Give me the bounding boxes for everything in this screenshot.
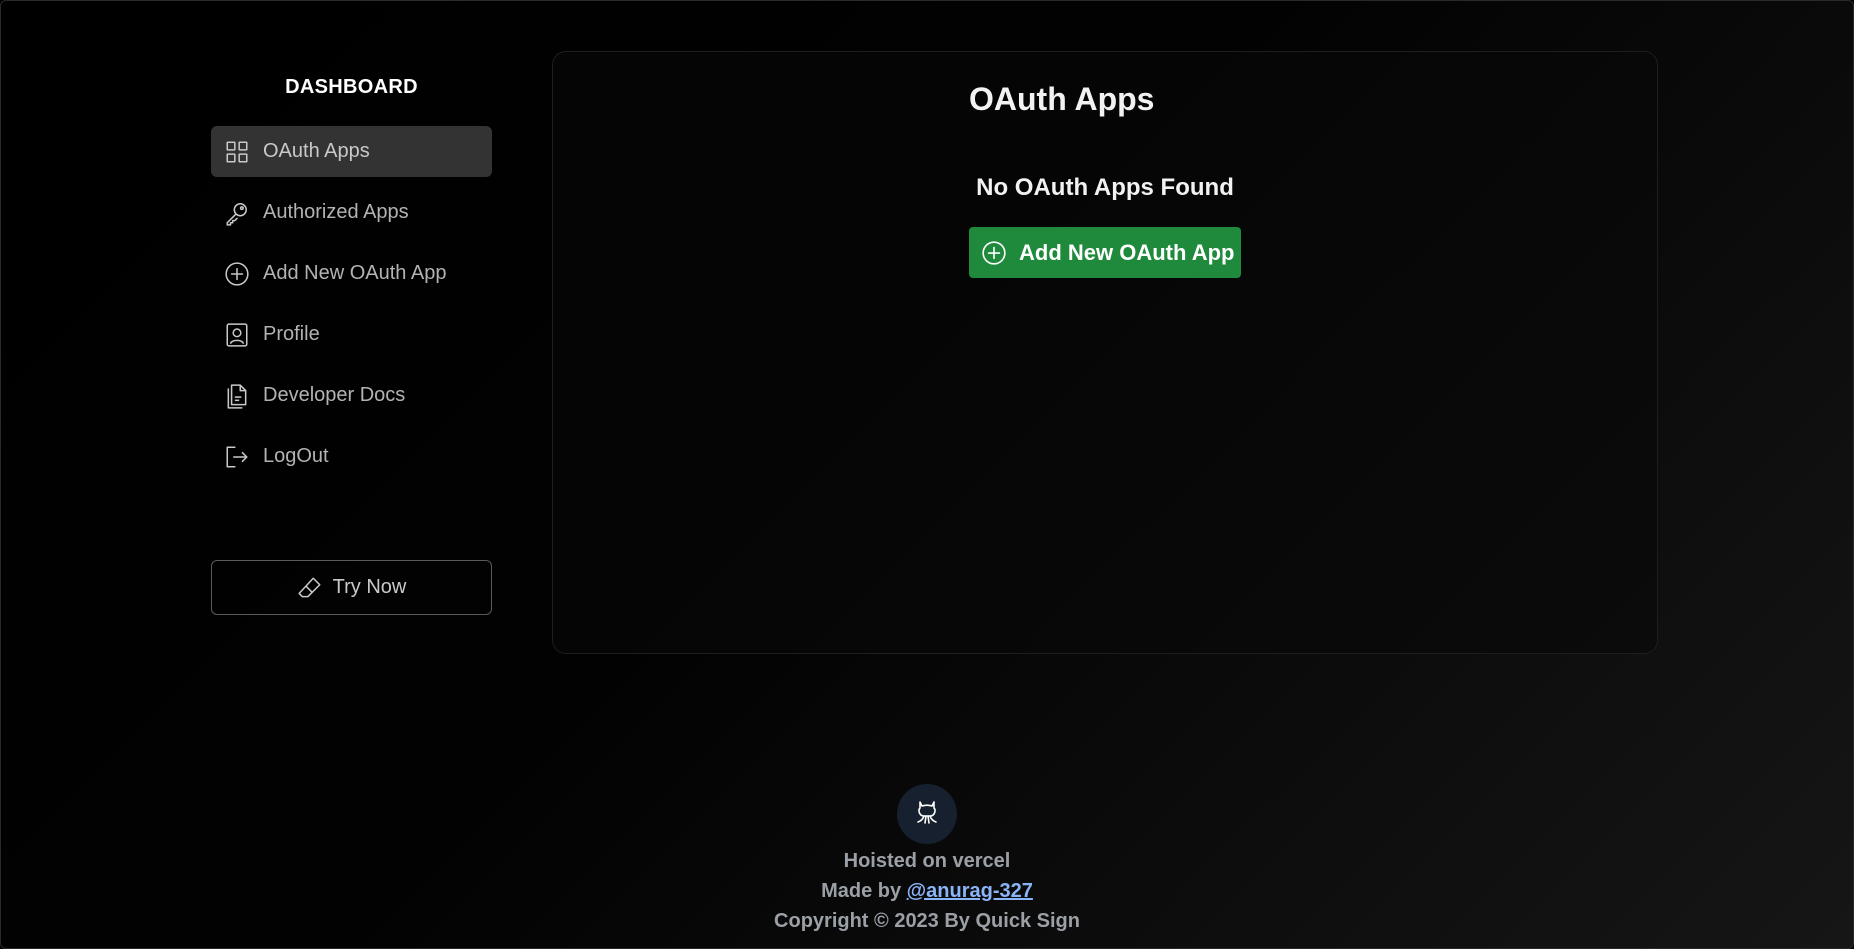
made-by-text: Made by @anurag-327	[1, 876, 1853, 906]
key-icon	[224, 200, 250, 226]
sidebar-title: DASHBOARD	[285, 76, 418, 98]
plus-circle-icon	[224, 261, 250, 287]
grid-icon	[224, 139, 250, 165]
app-window: DASHBOARD OAuth Apps Authorized Apps Add…	[0, 0, 1854, 949]
author-link[interactable]: @anurag-327	[907, 880, 1033, 902]
sidebar-item-add-new-oauth-app[interactable]: Add New OAuth App	[211, 248, 492, 299]
documents-icon	[224, 383, 250, 409]
page-title: OAuth Apps	[969, 81, 1155, 117]
sidebar-item-developer-docs[interactable]: Developer Docs	[211, 370, 492, 421]
sidebar-item-label: Authorized Apps	[263, 201, 409, 223]
footer: Hoisted on vercel Made by @anurag-327 Co…	[1, 784, 1853, 936]
sidebar: DASHBOARD OAuth Apps Authorized Apps Add…	[211, 71, 492, 615]
add-button-label: Add New OAuth App	[1019, 239, 1235, 265]
sidebar-item-profile[interactable]: Profile	[211, 309, 492, 360]
sidebar-item-label: Profile	[263, 323, 320, 345]
github-icon	[911, 796, 943, 833]
empty-state-message: No OAuth Apps Found	[976, 174, 1234, 201]
logout-icon	[224, 444, 250, 470]
copyright-text: Copyright © 2023 By Quick Sign	[774, 910, 1080, 932]
sidebar-item-oauth-apps[interactable]: OAuth Apps	[211, 126, 492, 177]
try-now-button[interactable]: Try Now	[211, 560, 492, 615]
plus-circle-icon	[981, 240, 1007, 266]
sidebar-item-label: Add New OAuth App	[263, 262, 447, 284]
sidebar-item-label: LogOut	[263, 445, 329, 467]
eraser-icon	[297, 575, 323, 601]
sidebar-item-logout[interactable]: LogOut	[211, 431, 492, 482]
person-badge-icon	[224, 322, 250, 348]
main-panel: OAuth Apps No OAuth Apps Found Add New O…	[552, 51, 1658, 654]
add-new-oauth-app-button[interactable]: Add New OAuth App	[969, 227, 1241, 278]
sidebar-item-label: Developer Docs	[263, 384, 406, 406]
hosted-text: Hoisted on vercel	[843, 850, 1011, 872]
try-now-label: Try Now	[332, 576, 407, 598]
sidebar-item-label: OAuth Apps	[263, 140, 370, 162]
made-by-prefix: Made by	[821, 880, 907, 902]
sidebar-item-authorized-apps[interactable]: Authorized Apps	[211, 187, 492, 238]
github-link[interactable]	[897, 784, 957, 844]
